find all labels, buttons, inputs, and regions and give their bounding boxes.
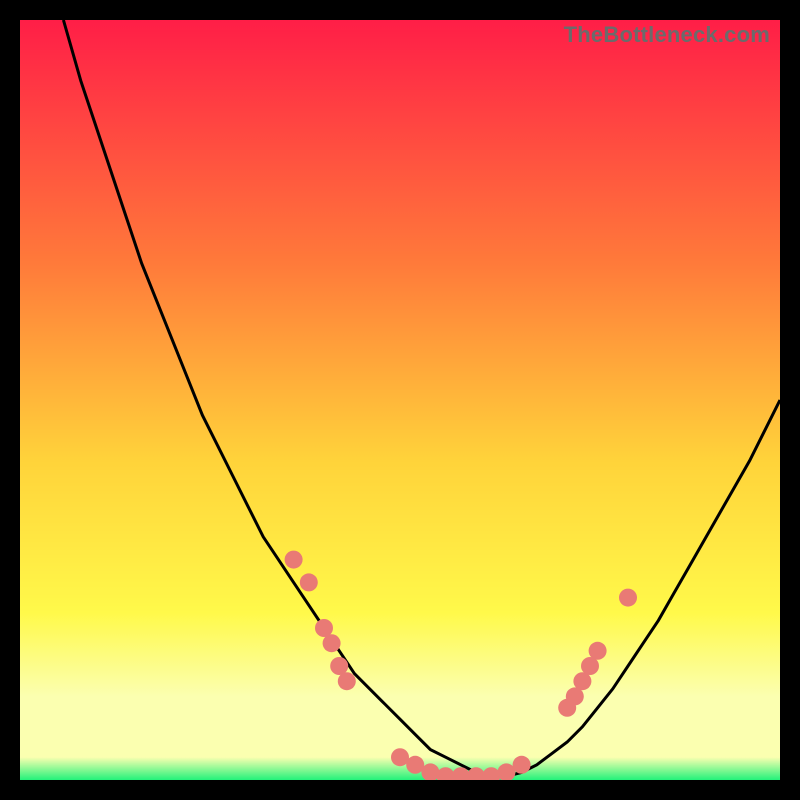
data-dot [300, 573, 318, 591]
data-dot [589, 642, 607, 660]
data-dot [619, 589, 637, 607]
data-dot [513, 756, 531, 774]
data-dot [285, 551, 303, 569]
data-dot [338, 672, 356, 690]
chart-frame: TheBottleneck.com [20, 20, 780, 780]
gradient-background [20, 20, 780, 780]
watermark-text: TheBottleneck.com [564, 22, 770, 48]
bottleneck-chart [20, 20, 780, 780]
data-dot [323, 634, 341, 652]
